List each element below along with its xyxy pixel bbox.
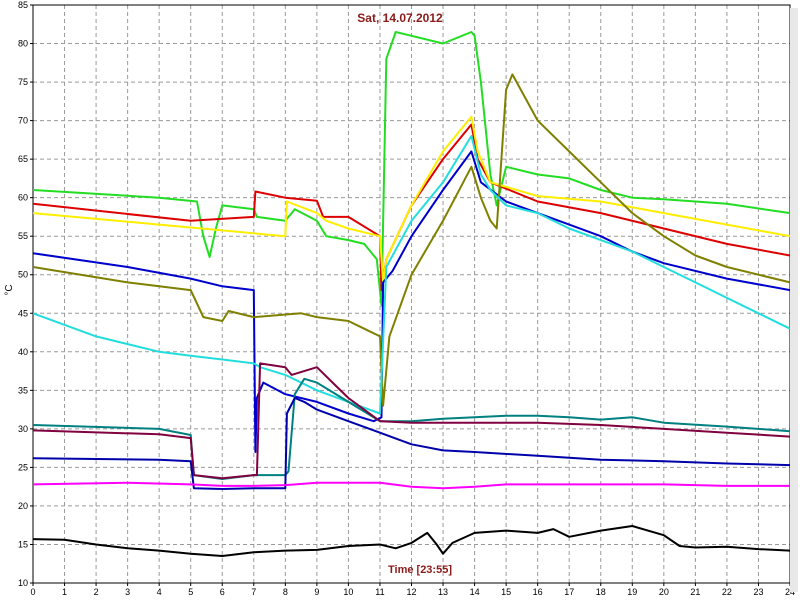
y-tick-label: 65: [18, 154, 28, 164]
y-tick-label: 20: [18, 501, 28, 511]
x-tick-label: 20: [659, 587, 669, 597]
x-tick-label: 7: [251, 587, 256, 597]
x-tick-label: 18: [596, 587, 606, 597]
y-tick-label: 35: [18, 385, 28, 395]
x-tick-label: 1: [62, 587, 67, 597]
x-tick-label: 23: [753, 587, 763, 597]
y-tick-label: 30: [18, 424, 28, 434]
x-tick-label: 9: [314, 587, 319, 597]
line-chart: 10152025303540455055606570758085 0123456…: [0, 0, 800, 600]
x-tick-label: 21: [690, 587, 700, 597]
y-tick-label: 80: [18, 39, 28, 49]
x-tick-label: 0: [30, 587, 35, 597]
y-tick-label: 40: [18, 347, 28, 357]
y-tick-label: 50: [18, 270, 28, 280]
x-axis-label: Time [23:55]: [388, 564, 452, 576]
y-tick-label: 45: [18, 308, 28, 318]
x-tick-label: 3: [125, 587, 130, 597]
x-tick-label: 12: [406, 587, 416, 597]
y-tick-label: 15: [18, 539, 28, 549]
x-tick-label: 14: [470, 587, 480, 597]
x-tick-label: 8: [283, 587, 288, 597]
y-axis-label: °C: [4, 284, 15, 295]
y-tick-label: 60: [18, 193, 28, 203]
x-tick-label: 5: [188, 587, 193, 597]
x-tick-label: 4: [157, 587, 162, 597]
x-tick-label: 10: [343, 587, 353, 597]
x-tick-label: 17: [564, 587, 574, 597]
y-tick-label: 55: [18, 231, 28, 241]
x-tick-label: 16: [533, 587, 543, 597]
y-tick-label: 10: [18, 578, 28, 588]
y-tick-label: 85: [18, 0, 28, 10]
x-tick-label: 11: [375, 587, 384, 597]
x-tick-label: 2: [94, 587, 99, 597]
x-tick-label: 6: [220, 587, 225, 597]
chart-background: [0, 0, 800, 600]
x-tick-label: 15: [501, 587, 511, 597]
x-tick-label: 19: [627, 587, 637, 597]
y-tick-label: 75: [18, 77, 28, 87]
x-tick-label: 13: [438, 587, 448, 597]
y-tick-label: 70: [18, 116, 28, 126]
right-scrollbar[interactable]: [790, 8, 798, 592]
x-tick-label: 22: [722, 587, 732, 597]
y-tick-label: 25: [18, 462, 28, 472]
chart-title: Sat, 14.07.2012: [357, 11, 443, 25]
